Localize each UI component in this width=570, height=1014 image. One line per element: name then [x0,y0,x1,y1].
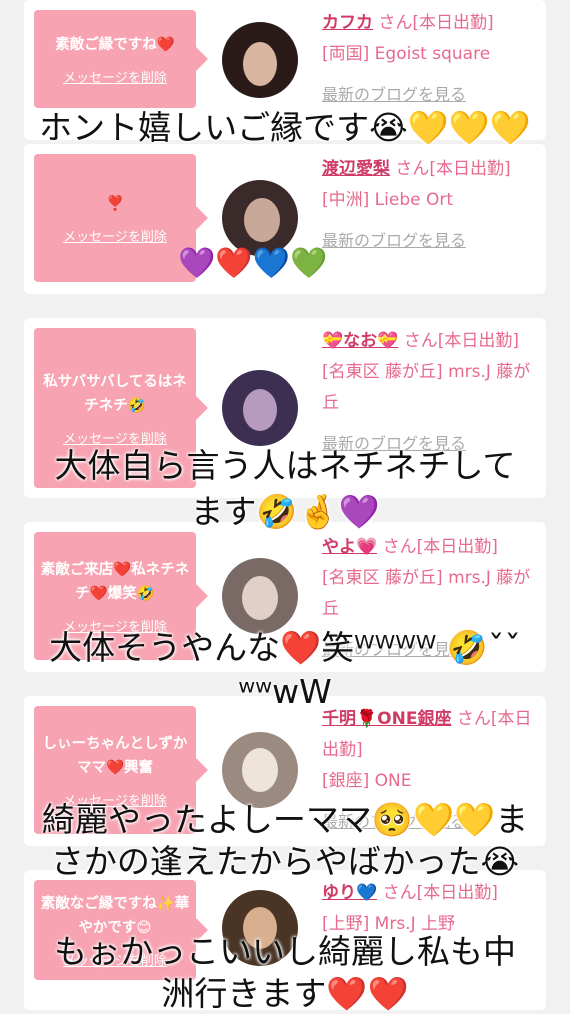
overlay-caption: 大体そうやんな❤️笑ᵂᵂᵂᵂ 🤣ˇˇ [49,628,521,667]
avatar[interactable] [222,558,298,634]
work-status: さん[本日出勤] [373,13,494,33]
profile-name-link[interactable]: やよ💗 [322,537,377,557]
delete-message-link[interactable]: メッセージを削除 [63,428,167,447]
overlay-caption: さかの逢えたからやばかった😭 [50,842,520,881]
profile-name-link[interactable]: 渡辺愛梨 [322,159,390,179]
avatar[interactable] [222,180,298,256]
blog-link[interactable]: 最新のブログを見る [322,85,466,104]
message-text: 素敵ご縁ですね❤️ [55,36,175,53]
work-status: さん[本日出勤] [390,159,511,179]
shop-name: [両国] Egoist square [322,44,491,64]
profile-info: 💝なお💝 さん[本日出勤] [名東区 藤が丘] mrs.J 藤が丘 最新のブログ… [322,326,540,460]
avatar[interactable] [222,732,298,808]
message-text: ❣️ [105,195,125,212]
message-text: 私サバサバしてるはネチネチ🤣 [43,373,187,414]
avatar[interactable] [222,370,298,446]
profile-name-link[interactable]: ゆり💙 [322,883,377,903]
message-bubble: 素敵ご縁ですね❤️ メッセージを削除 [34,10,208,108]
work-status: さん[本日出勤] [377,537,498,557]
message-text: 素敵ご来店❤️私ネチネチ❤️爆笑🤣 [40,561,190,602]
overlay-caption: 大体自ら言う人はネチネチして [54,446,516,485]
overlay-emoji-hearts: 💜❤️💙💚 [178,246,328,281]
profile-info: ゆり💙 さん[本日出勤] [上野] Mrs.J 上野 [322,878,540,940]
profile-name-link[interactable]: 💝なお💝 [322,331,398,351]
work-status: さん[本日出勤] [398,331,520,351]
delete-message-link[interactable]: メッセージを削除 [63,226,167,245]
shop-name: [名東区 藤が丘] mrs.J 藤が丘 [322,362,531,413]
overlay-caption: もぉかっこいいし綺麗し私も中 [54,932,516,971]
blog-link[interactable]: 最新のブログを見る [322,231,466,250]
shop-name: [中洲] Liebe Ort [322,190,454,210]
avatar[interactable] [222,22,298,98]
message-bubble: ❣️ メッセージを削除 [34,154,208,282]
delete-message-link[interactable]: メッセージを削除 [63,67,167,86]
profile-name-link[interactable]: 千明🌹ONE銀座 [322,709,451,729]
shop-name: [銀座] ONE [322,771,412,791]
overlay-caption: 綺麗やったよしーママ🥺💛💛ま [41,800,529,839]
message-text: しぃーちゃんとしずかママ❤️興奮 [42,735,188,776]
work-status: さん[本日出勤] [377,883,498,903]
overlay-caption: ます🤣🤞💜 [190,492,380,531]
profile-info: 渡辺愛梨 さん[本日出勤] [中洲] Liebe Ort 最新のブログを見る [322,154,540,257]
overlay-caption: ʷʷwW [238,672,332,711]
profile-name-link[interactable]: カフカ [322,13,373,33]
overlay-caption: ホント嬉しいご縁です😭💛💛💛 [39,108,531,147]
overlay-caption: 洲行きます❤️❤️ [161,974,409,1013]
shop-name: [名東区 藤が丘] mrs.J 藤が丘 [322,568,531,619]
profile-info: カフカ さん[本日出勤] [両国] Egoist square 最新のブログを見… [322,8,540,111]
